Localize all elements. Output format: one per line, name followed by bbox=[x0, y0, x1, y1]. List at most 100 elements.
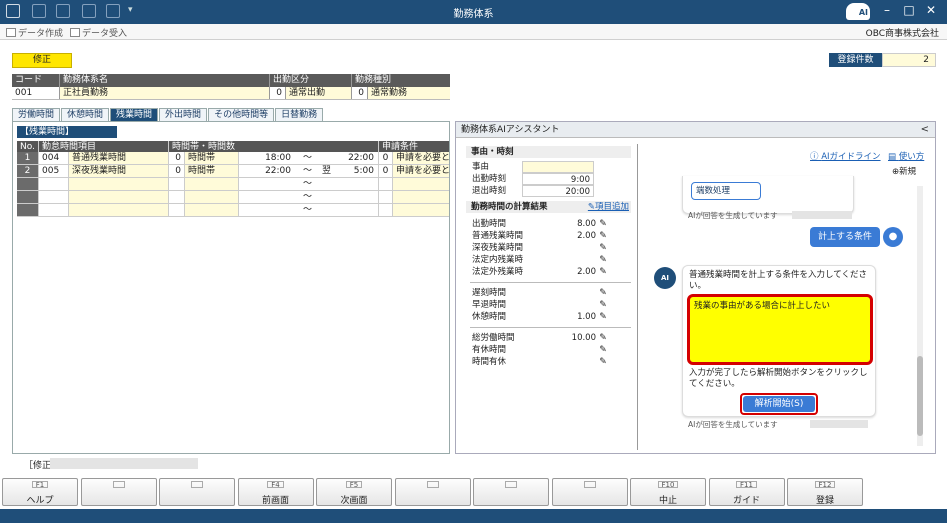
calc-value: 8.00 bbox=[577, 219, 596, 229]
item-code: 005 bbox=[39, 165, 69, 177]
function-key-f11[interactable]: F11 ガイド bbox=[708, 478, 785, 506]
to-time[interactable] bbox=[333, 178, 379, 190]
ai-guideline-link[interactable]: ⓘ AIガイドライン bbox=[810, 150, 881, 162]
to-time[interactable]: 22:00 bbox=[333, 152, 379, 164]
key-number bbox=[160, 481, 234, 490]
item-name[interactable] bbox=[69, 178, 169, 190]
edit-pencil-icon[interactable]: ✎ bbox=[596, 242, 610, 254]
attendance-cell[interactable]: 通常出勤 bbox=[286, 87, 352, 99]
item-name[interactable]: 普通残業時間 bbox=[69, 152, 169, 164]
tab-working-hours[interactable]: 労働時間 bbox=[12, 108, 61, 121]
edit-pencil-icon[interactable]: ✎ bbox=[596, 218, 610, 230]
calc-value: 1.00 bbox=[577, 312, 596, 322]
from-time[interactable]: 22:00 bbox=[239, 165, 295, 177]
table-row[interactable]: 〜 bbox=[17, 204, 449, 217]
close-button[interactable]: ✕ bbox=[921, 3, 941, 17]
function-key-label: 前画面 bbox=[261, 496, 289, 506]
reason-row: 出勤時刻 9:00 bbox=[466, 173, 631, 185]
ai-cloud-icon[interactable]: AI bbox=[846, 3, 870, 20]
to-time[interactable] bbox=[333, 204, 379, 216]
tab-other-time[interactable]: その他時間等 bbox=[208, 108, 275, 121]
from-time[interactable]: 18:00 bbox=[239, 152, 295, 164]
name-cell[interactable]: 正社員勤務 bbox=[60, 87, 270, 99]
company-name: OBC商事株式会社 bbox=[865, 29, 939, 39]
key-number-label: F10 bbox=[657, 481, 679, 489]
tab-outing-time[interactable]: 外出時間 bbox=[159, 108, 208, 121]
item-code bbox=[39, 191, 69, 203]
tab-break-time[interactable]: 休憩時間 bbox=[61, 108, 110, 121]
edit-pencil-icon[interactable]: ✎ bbox=[596, 287, 610, 299]
tab-overtime[interactable]: 残業時間 bbox=[110, 108, 159, 121]
edit-pencil-icon[interactable]: ✎ bbox=[596, 356, 610, 368]
edit-pencil-icon[interactable]: ✎ bbox=[596, 311, 610, 323]
analyze-start-button[interactable]: 解析開始(S) bbox=[743, 396, 815, 412]
to-time[interactable] bbox=[333, 191, 379, 203]
condition-cell[interactable]: 申請を必要と bbox=[393, 152, 449, 164]
function-key-f10[interactable]: F10 中止 bbox=[630, 478, 706, 506]
function-key-f1[interactable]: F1 ヘルプ bbox=[2, 478, 78, 506]
function-key-blank[interactable] bbox=[551, 478, 628, 506]
calc-label: 法定内残業時 bbox=[472, 255, 524, 265]
maximize-button[interactable]: □ bbox=[899, 3, 919, 17]
calc-label: 出勤時間 bbox=[472, 219, 507, 229]
table-row[interactable]: 〜 bbox=[17, 178, 449, 191]
kind-cell[interactable] bbox=[185, 204, 239, 216]
condition-cell[interactable] bbox=[393, 191, 449, 203]
condition-cell[interactable] bbox=[393, 178, 449, 190]
key-number bbox=[474, 481, 548, 490]
next-day bbox=[317, 204, 333, 216]
kind-cell[interactable]: 時間帯 bbox=[185, 152, 239, 164]
function-key-f12[interactable]: F12 登録 bbox=[787, 478, 863, 506]
kind-cell[interactable]: 時間帯 bbox=[185, 165, 239, 177]
edit-pencil-icon[interactable]: ✎ bbox=[596, 332, 610, 344]
item-name[interactable]: 深夜残業時間 bbox=[69, 165, 169, 177]
function-key-blank[interactable] bbox=[80, 478, 157, 506]
reason-value[interactable]: 20:00 bbox=[522, 185, 594, 197]
condition-cell[interactable]: 申請を必要と bbox=[393, 165, 449, 177]
rounding-chip[interactable]: 端数処理 bbox=[691, 182, 761, 200]
edit-pencil-icon[interactable]: ✎ bbox=[596, 344, 610, 356]
item-name[interactable] bbox=[69, 191, 169, 203]
type-cell[interactable]: 通常勤務 bbox=[368, 87, 450, 99]
reason-value[interactable]: 9:00 bbox=[522, 173, 594, 185]
condition-input[interactable]: 残業の事由がある場合に計上したい bbox=[687, 294, 873, 365]
edit-pencil-icon[interactable]: ✎ bbox=[596, 266, 610, 278]
kind-cell[interactable] bbox=[185, 178, 239, 190]
function-key-blank[interactable] bbox=[159, 478, 235, 506]
condition-cell[interactable] bbox=[393, 204, 449, 216]
calc-label: 時間有休 bbox=[472, 357, 507, 367]
calc-label: 早退時間 bbox=[472, 300, 507, 310]
function-key-f5[interactable]: F5 次画面 bbox=[316, 478, 392, 506]
add-item-link[interactable]: ✎項目追加 bbox=[588, 201, 631, 213]
key-number: F1 bbox=[3, 481, 77, 489]
tab-daily-shift[interactable]: 日替勤務 bbox=[275, 108, 324, 121]
code-cell: 001 bbox=[12, 87, 60, 99]
howto-link[interactable]: ▤ 使い方 bbox=[888, 150, 924, 162]
data-import-button[interactable]: データ受入 bbox=[70, 26, 127, 39]
collapse-button[interactable]: < bbox=[921, 124, 929, 135]
function-key-blank[interactable] bbox=[394, 478, 471, 506]
kind-cell[interactable] bbox=[185, 191, 239, 203]
chat-scroll-thumb[interactable] bbox=[917, 356, 923, 436]
minimize-button[interactable]: – bbox=[877, 3, 897, 17]
item-name[interactable] bbox=[69, 204, 169, 216]
type-no-cell: 0 bbox=[352, 87, 368, 99]
key-number-label bbox=[505, 481, 517, 488]
table-row[interactable]: 001 正社員勤務 0 通常出勤 0 通常勤務 bbox=[12, 87, 450, 100]
table-row[interactable]: 〜 bbox=[17, 191, 449, 204]
function-key-blank[interactable] bbox=[473, 478, 549, 506]
calc-value bbox=[536, 299, 596, 311]
data-create-button[interactable]: データ作成 bbox=[6, 26, 63, 39]
function-key-f4[interactable]: F4 前画面 bbox=[237, 478, 314, 506]
reason-value[interactable] bbox=[522, 161, 594, 173]
table-row[interactable]: 1 004 普通残業時間 0 時間帯 18:00 〜 22:00 0 申請を必要と bbox=[17, 152, 449, 165]
edit-pencil-icon[interactable]: ✎ bbox=[596, 230, 610, 242]
edit-pencil-icon[interactable]: ✎ bbox=[596, 254, 610, 266]
new-chat-button[interactable]: ⊕新規 bbox=[892, 165, 916, 177]
table-row[interactable]: 2 005 深夜残業時間 0 時間帯 22:00 〜翌 5:00 0 申請を必要と bbox=[17, 165, 449, 178]
from-time[interactable] bbox=[239, 204, 295, 216]
to-time[interactable]: 5:00 bbox=[333, 165, 379, 177]
from-time[interactable] bbox=[239, 178, 295, 190]
edit-pencil-icon[interactable]: ✎ bbox=[596, 299, 610, 311]
from-time[interactable] bbox=[239, 191, 295, 203]
